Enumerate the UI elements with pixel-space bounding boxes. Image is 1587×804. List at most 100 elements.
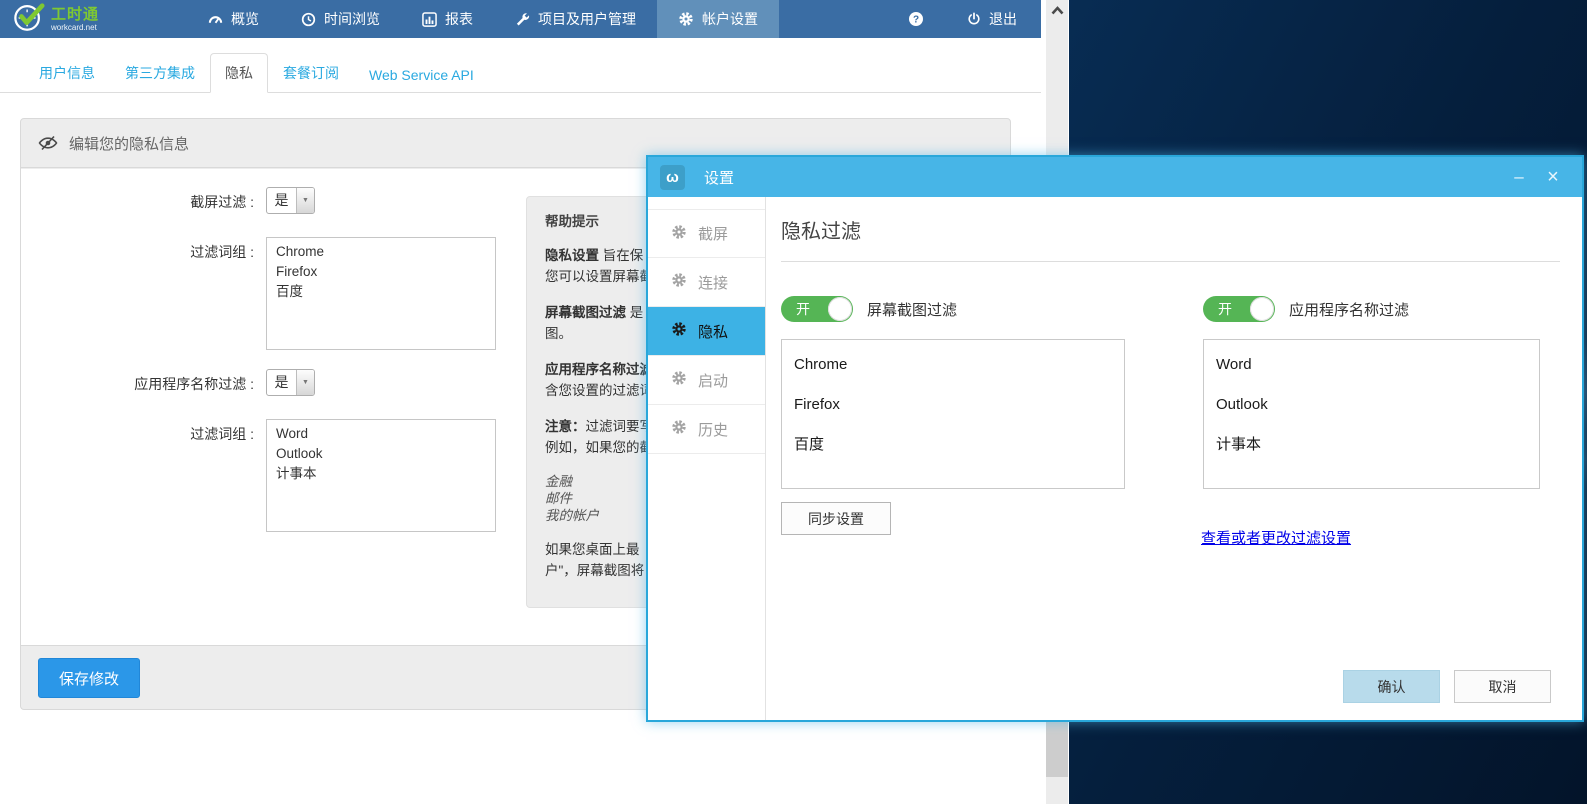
filter-word-item[interactable]: Word [1216,345,1527,385]
filter-word-item[interactable]: Outlook [1216,385,1527,425]
brand-logo[interactable]: 工时通 workcard.net [0,1,99,38]
tab-0[interactable]: 用户信息 [24,53,110,93]
screenshot-filter-row: 截屏过滤 : 是 ▼ [21,187,315,214]
toggle-on-label: 开 [796,300,810,318]
nav-item-3[interactable]: 项目及用户管理 [494,0,657,38]
close-button[interactable]: × [1536,166,1570,189]
screenshot-filter-label: 截屏过滤 : [21,187,254,212]
cancel-button[interactable]: 取消 [1454,670,1551,703]
panel-title: 编辑您的隐私信息 [69,133,189,154]
appname-filter-toggle-label: 应用程序名称过滤 [1289,299,1409,320]
appname-filter-word-list[interactable]: WordOutlook计事本 [1203,339,1540,489]
dialog-heading: 隐私过滤 [781,215,861,244]
heading-divider [781,261,1560,262]
gear-icon [671,321,687,341]
logout-label: 退出 [989,9,1017,29]
eye-slash-icon [38,135,58,151]
settings-dialog: ω 设置 – × 截屏连接隐私启动历史 隐私过滤 开 屏幕截图过滤 开 应用程序… [646,155,1584,722]
tab-2[interactable]: 隐私 [210,53,268,93]
dialog-titlebar[interactable]: ω 设置 – × [648,157,1582,197]
select-value: 是 [267,370,296,395]
select-value: 是 [267,188,296,213]
clock-check-logo-icon [13,1,45,38]
confirm-button[interactable]: 确认 [1343,670,1440,703]
power-icon [967,12,981,26]
gear-icon [671,224,687,244]
nav-item-label: 项目及用户管理 [538,9,636,29]
appname-filter-label: 应用程序名称过滤 : [21,369,254,394]
scroll-up-button[interactable] [1046,0,1068,20]
screenshot-filter-word-list[interactable]: ChromeFirefox百度 [781,339,1125,489]
gear-icon [671,272,687,292]
screenshot-filter-toggle[interactable]: 开 [781,296,853,322]
tab-4[interactable]: Web Service API [354,57,489,93]
screenshot-filter-words-input[interactable]: Chrome Firefox 百度 [266,237,496,350]
brand-title: 工时通 [51,7,99,22]
appname-filter-select[interactable]: 是 ▼ [266,369,315,396]
clock-icon [301,12,316,27]
nav-right: ? 退出 [886,0,1041,38]
screenshot-filter-select[interactable]: 是 ▼ [266,187,315,214]
filter-words-label: 过滤词组 : [21,237,254,262]
save-button[interactable]: 保存修改 [38,658,140,698]
logout-button[interactable]: 退出 [946,0,1041,38]
dialog-sidebar-item-0[interactable]: 截屏 [648,209,765,258]
gear-icon [678,11,694,27]
svg-text:?: ? [913,15,919,26]
toggle-knob [1250,297,1274,321]
dialog-sidebar-item-2[interactable]: 隐私 [648,307,765,356]
appname-words-row: 过滤词组 : Word Outlook 计事本 [21,419,496,532]
sidebar-item-label: 截屏 [698,223,728,244]
gear-icon [671,370,687,390]
nav-item-2[interactable]: 报表 [401,0,494,38]
dialog-sidebar-item-1[interactable]: 连接 [648,258,765,307]
tab-3[interactable]: 套餐订阅 [268,53,354,93]
sidebar-item-label: 隐私 [698,321,728,342]
dialog-sidebar-item-4[interactable]: 历史 [648,405,765,454]
appname-filter-toggle[interactable]: 开 [1203,296,1275,322]
sync-settings-button[interactable]: 同步设置 [781,502,891,535]
filter-word-item[interactable]: Firefox [794,385,1112,425]
dialog-title: 设置 [704,167,734,188]
brand-subtitle: workcard.net [51,24,99,32]
appname-filter-row: 应用程序名称过滤 : 是 ▼ [21,369,315,396]
nav-menu: 概览 时间浏览 报表 项目及用户管理 帐户设置 [187,0,779,38]
minimize-button[interactable]: – [1502,167,1536,187]
filter-word-item[interactable]: Chrome [794,345,1112,385]
nav-item-0[interactable]: 概览 [187,0,280,38]
chevron-down-icon: ▼ [296,188,314,213]
toggle-knob [828,297,852,321]
gauge-icon [208,12,223,27]
nav-item-4[interactable]: 帐户设置 [657,0,779,38]
nav-item-label: 报表 [445,9,473,29]
nav-item-1[interactable]: 时间浏览 [280,0,401,38]
nav-item-label: 概览 [231,9,259,29]
nav-item-label: 时间浏览 [324,9,380,29]
sidebar-item-label: 启动 [698,370,728,391]
gear-icon [671,419,687,439]
chevron-down-icon: ▼ [296,370,314,395]
dialog-sidebar-item-3[interactable]: 启动 [648,356,765,405]
wrench-icon [515,12,530,27]
tab-bar: 用户信息第三方集成隐私套餐订阅Web Service API [0,56,1041,93]
toggle-on-label: 开 [1218,300,1232,318]
screenshot-words-row: 过滤词组 : Chrome Firefox 百度 [21,237,496,350]
filter-word-item[interactable]: 百度 [794,425,1112,465]
sidebar-item-label: 连接 [698,272,728,293]
screenshot-filter-toggle-row: 开 屏幕截图过滤 [781,296,957,322]
filter-word-item[interactable]: 计事本 [1216,425,1527,465]
workcard-app-icon: ω [660,165,685,190]
dialog-sidebar: 截屏连接隐私启动历史 [648,197,766,720]
screenshot-filter-toggle-label: 屏幕截图过滤 [867,299,957,320]
filter-words-label: 过滤词组 : [21,419,254,444]
sidebar-item-label: 历史 [698,419,728,440]
appname-filter-toggle-row: 开 应用程序名称过滤 [1203,296,1409,322]
tab-1[interactable]: 第三方集成 [110,53,210,93]
appname-filter-words-input[interactable]: Word Outlook 计事本 [266,419,496,532]
help-icon[interactable]: ? [886,11,946,27]
change-filter-settings-link[interactable]: 查看或者更改过滤设置 [1201,527,1351,548]
chevron-up-icon [1051,6,1064,15]
top-navbar: 工时通 workcard.net 概览 时间浏览 报表 项目及用户管理 帐户设置 ? [0,0,1041,38]
nav-item-label: 帐户设置 [702,9,758,29]
chart-icon [422,12,437,27]
